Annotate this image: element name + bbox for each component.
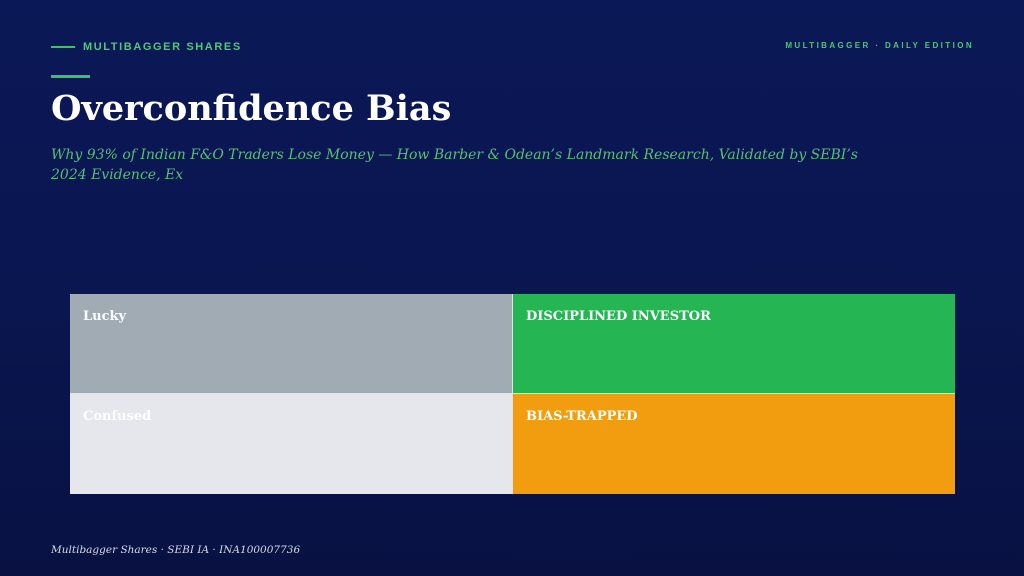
brand-header: MULTIBAGGER SHARES (51, 41, 242, 53)
quadrant-label-lucky: Lucky (83, 309, 127, 324)
title-accent-bar (51, 75, 90, 78)
footer-credit: Multibagger Shares · SEBI IA · INA100007… (51, 544, 301, 556)
brand-rule (51, 46, 75, 48)
page-subtitle: Why 93% of Indian F&O Traders Lose Money… (51, 147, 858, 183)
quadrant-bottom-left: Confused (70, 394, 512, 494)
quadrant-bottom-right: BIAS-TRAPPED (513, 394, 955, 494)
quadrant-label-disciplined-investor: DISCIPLINED INVESTOR (526, 309, 711, 324)
edition-label: MULTIBAGGER · DAILY EDITION (785, 41, 974, 50)
page-title: Overconfidence Bias (51, 88, 452, 129)
quadrant-top-right: DISCIPLINED INVESTOR (513, 294, 955, 393)
quadrant-top-left: Lucky (70, 294, 512, 393)
quadrant-label-bias-trapped: BIAS-TRAPPED (526, 409, 638, 424)
quadrant-matrix: Lucky DISCIPLINED INVESTOR Confused BIAS… (70, 294, 955, 494)
brand-label: MULTIBAGGER SHARES (83, 41, 242, 53)
quadrant-label-confused: Confused (83, 409, 152, 424)
